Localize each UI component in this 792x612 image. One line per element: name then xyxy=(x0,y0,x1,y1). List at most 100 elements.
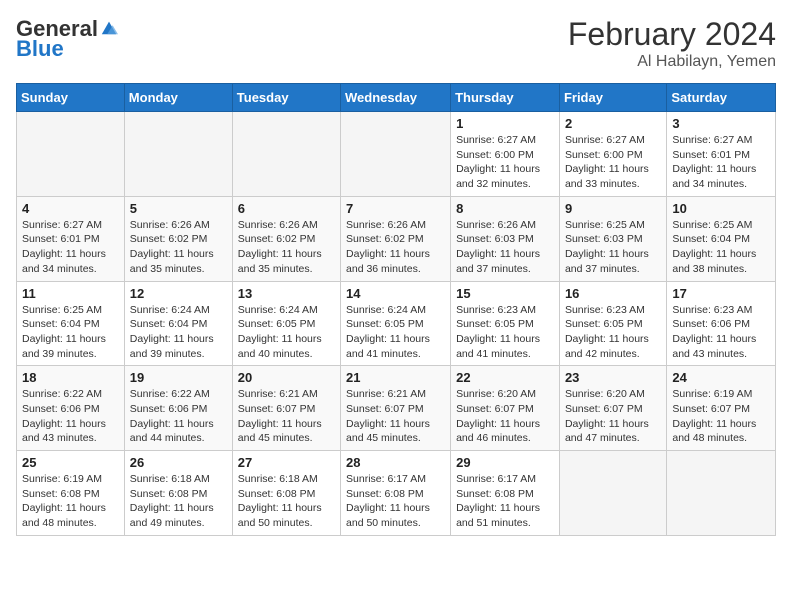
day-number: 12 xyxy=(130,286,227,301)
day-info: Sunrise: 6:17 AMSunset: 6:08 PMDaylight:… xyxy=(346,472,445,531)
day-number: 9 xyxy=(565,201,661,216)
day-info: Sunrise: 6:27 AMSunset: 6:01 PMDaylight:… xyxy=(672,133,770,192)
day-number: 2 xyxy=(565,116,661,131)
calendar-cell: 16 Sunrise: 6:23 AMSunset: 6:05 PMDayligh… xyxy=(559,281,666,366)
calendar-cell xyxy=(124,112,232,197)
day-number: 26 xyxy=(130,455,227,470)
calendar-table: SundayMondayTuesdayWednesdayThursdayFrid… xyxy=(16,83,776,536)
calendar-cell: 22 Sunrise: 6:20 AMSunset: 6:07 PMDayligh… xyxy=(451,366,560,451)
day-info: Sunrise: 6:25 AMSunset: 6:03 PMDaylight:… xyxy=(565,218,661,277)
day-number: 4 xyxy=(22,201,119,216)
calendar-cell: 14Sunrise: 6:24 AMSunset: 6:05 PMDayligh… xyxy=(341,281,451,366)
day-number: 10 xyxy=(672,201,770,216)
day-info: Sunrise: 6:22 AMSunset: 6:06 PMDaylight:… xyxy=(22,387,119,446)
header-row: SundayMondayTuesdayWednesdayThursdayFrid… xyxy=(17,84,776,112)
calendar-cell: 23Sunrise: 6:20 AMSunset: 6:07 PMDayligh… xyxy=(559,366,666,451)
calendar-cell: 8Sunrise: 6:26 AMSunset: 6:03 PMDaylight… xyxy=(451,196,560,281)
day-number: 15 xyxy=(456,286,554,301)
day-info: Sunrise: 6:19 AMSunset: 6:08 PMDaylight:… xyxy=(22,472,119,531)
day-info: Sunrise: 6:23 AMSunset: 6:06 PMDaylight:… xyxy=(672,303,770,362)
day-info: Sunrise: 6:27 AMSunset: 6:00 PMDaylight:… xyxy=(565,133,661,192)
header-monday: Monday xyxy=(124,84,232,112)
day-number: 20 xyxy=(238,370,335,385)
calendar-cell: 5 Sunrise: 6:26 AMSunset: 6:02 PMDaylight… xyxy=(124,196,232,281)
week-row-3: 18 Sunrise: 6:22 AMSunset: 6:06 PMDayligh… xyxy=(17,366,776,451)
calendar-cell: 19Sunrise: 6:22 AMSunset: 6:06 PMDayligh… xyxy=(124,366,232,451)
day-number: 27 xyxy=(238,455,335,470)
location-subtitle: Al Habilayn, Yemen xyxy=(568,53,776,71)
day-number: 16 xyxy=(565,286,661,301)
week-row-0: 1 Sunrise: 6:27 AMSunset: 6:00 PMDaylight… xyxy=(17,112,776,197)
calendar-cell: 25 Sunrise: 6:19 AMSunset: 6:08 PMDayligh… xyxy=(17,451,125,536)
day-number: 5 xyxy=(130,201,227,216)
day-number: 22 xyxy=(456,370,554,385)
day-info: Sunrise: 6:25 AMSunset: 6:04 PMDaylight:… xyxy=(672,218,770,277)
day-number: 23 xyxy=(565,370,661,385)
calendar-cell: 7 Sunrise: 6:26 AMSunset: 6:02 PMDaylight… xyxy=(341,196,451,281)
calendar-cell: 24Sunrise: 6:19 AMSunset: 6:07 PMDayligh… xyxy=(667,366,776,451)
day-info: Sunrise: 6:24 AMSunset: 6:05 PMDaylight:… xyxy=(346,303,445,362)
calendar-cell: 4 Sunrise: 6:27 AMSunset: 6:01 PMDaylight… xyxy=(17,196,125,281)
day-number: 1 xyxy=(456,116,554,131)
day-number: 29 xyxy=(456,455,554,470)
day-info: Sunrise: 6:20 AMSunset: 6:07 PMDaylight:… xyxy=(456,387,554,446)
day-number: 6 xyxy=(238,201,335,216)
calendar-cell: 3Sunrise: 6:27 AMSunset: 6:01 PMDaylight… xyxy=(667,112,776,197)
week-row-4: 25 Sunrise: 6:19 AMSunset: 6:08 PMDayligh… xyxy=(17,451,776,536)
calendar-cell: 17 Sunrise: 6:23 AMSunset: 6:06 PMDayligh… xyxy=(667,281,776,366)
calendar-cell: 15 Sunrise: 6:23 AMSunset: 6:05 PMDayligh… xyxy=(451,281,560,366)
day-number: 7 xyxy=(346,201,445,216)
calendar-header: SundayMondayTuesdayWednesdayThursdayFrid… xyxy=(17,84,776,112)
calendar-cell: 1 Sunrise: 6:27 AMSunset: 6:00 PMDaylight… xyxy=(451,112,560,197)
day-number: 11 xyxy=(22,286,119,301)
day-info: Sunrise: 6:26 AMSunset: 6:03 PMDaylight:… xyxy=(456,218,554,277)
calendar-cell: 18 Sunrise: 6:22 AMSunset: 6:06 PMDayligh… xyxy=(17,366,125,451)
calendar-cell: 12 Sunrise: 6:24 AMSunset: 6:04 PMDayligh… xyxy=(124,281,232,366)
calendar-cell: 29 Sunrise: 6:17 AMSunset: 6:08 PMDayligh… xyxy=(451,451,560,536)
day-number: 28 xyxy=(346,455,445,470)
day-number: 17 xyxy=(672,286,770,301)
header-thursday: Thursday xyxy=(451,84,560,112)
header-tuesday: Tuesday xyxy=(232,84,340,112)
day-info: Sunrise: 6:18 AMSunset: 6:08 PMDaylight:… xyxy=(130,472,227,531)
calendar-cell: 20 Sunrise: 6:21 AMSunset: 6:07 PMDayligh… xyxy=(232,366,340,451)
day-info: Sunrise: 6:26 AMSunset: 6:02 PMDaylight:… xyxy=(346,218,445,277)
calendar-cell: 28 Sunrise: 6:17 AMSunset: 6:08 PMDayligh… xyxy=(341,451,451,536)
day-info: Sunrise: 6:17 AMSunset: 6:08 PMDaylight:… xyxy=(456,472,554,531)
day-number: 24 xyxy=(672,370,770,385)
day-info: Sunrise: 6:24 AMSunset: 6:04 PMDaylight:… xyxy=(130,303,227,362)
calendar-cell xyxy=(232,112,340,197)
day-number: 25 xyxy=(22,455,119,470)
header-sunday: Sunday xyxy=(17,84,125,112)
calendar-cell: 6 Sunrise: 6:26 AMSunset: 6:02 PMDaylight… xyxy=(232,196,340,281)
header-friday: Friday xyxy=(559,84,666,112)
calendar-cell xyxy=(17,112,125,197)
calendar-cell: 21 Sunrise: 6:21 AMSunset: 6:07 PMDayligh… xyxy=(341,366,451,451)
week-row-1: 4 Sunrise: 6:27 AMSunset: 6:01 PMDaylight… xyxy=(17,196,776,281)
calendar-cell xyxy=(559,451,666,536)
page-header: General Blue February 2024 Al Habilayn, … xyxy=(16,16,776,71)
day-info: Sunrise: 6:27 AMSunset: 6:00 PMDaylight:… xyxy=(456,133,554,192)
header-wednesday: Wednesday xyxy=(341,84,451,112)
day-info: Sunrise: 6:22 AMSunset: 6:06 PMDaylight:… xyxy=(130,387,227,446)
day-number: 18 xyxy=(22,370,119,385)
day-info: Sunrise: 6:23 AMSunset: 6:05 PMDaylight:… xyxy=(456,303,554,362)
day-info: Sunrise: 6:24 AMSunset: 6:05 PMDaylight:… xyxy=(238,303,335,362)
day-info: Sunrise: 6:27 AMSunset: 6:01 PMDaylight:… xyxy=(22,218,119,277)
header-saturday: Saturday xyxy=(667,84,776,112)
calendar-cell: 10 Sunrise: 6:25 AMSunset: 6:04 PMDayligh… xyxy=(667,196,776,281)
calendar-cell: 13Sunrise: 6:24 AMSunset: 6:05 PMDayligh… xyxy=(232,281,340,366)
calendar-body: 1 Sunrise: 6:27 AMSunset: 6:00 PMDaylight… xyxy=(17,112,776,536)
day-info: Sunrise: 6:26 AMSunset: 6:02 PMDaylight:… xyxy=(130,218,227,277)
day-info: Sunrise: 6:23 AMSunset: 6:05 PMDaylight:… xyxy=(565,303,661,362)
week-row-2: 11Sunrise: 6:25 AMSunset: 6:04 PMDayligh… xyxy=(17,281,776,366)
day-info: Sunrise: 6:18 AMSunset: 6:08 PMDaylight:… xyxy=(238,472,335,531)
day-info: Sunrise: 6:21 AMSunset: 6:07 PMDaylight:… xyxy=(238,387,335,446)
logo-icon xyxy=(100,18,118,36)
month-year-title: February 2024 xyxy=(568,16,776,53)
day-number: 21 xyxy=(346,370,445,385)
day-info: Sunrise: 6:21 AMSunset: 6:07 PMDaylight:… xyxy=(346,387,445,446)
day-info: Sunrise: 6:26 AMSunset: 6:02 PMDaylight:… xyxy=(238,218,335,277)
calendar-cell xyxy=(341,112,451,197)
calendar-cell: 26 Sunrise: 6:18 AMSunset: 6:08 PMDayligh… xyxy=(124,451,232,536)
